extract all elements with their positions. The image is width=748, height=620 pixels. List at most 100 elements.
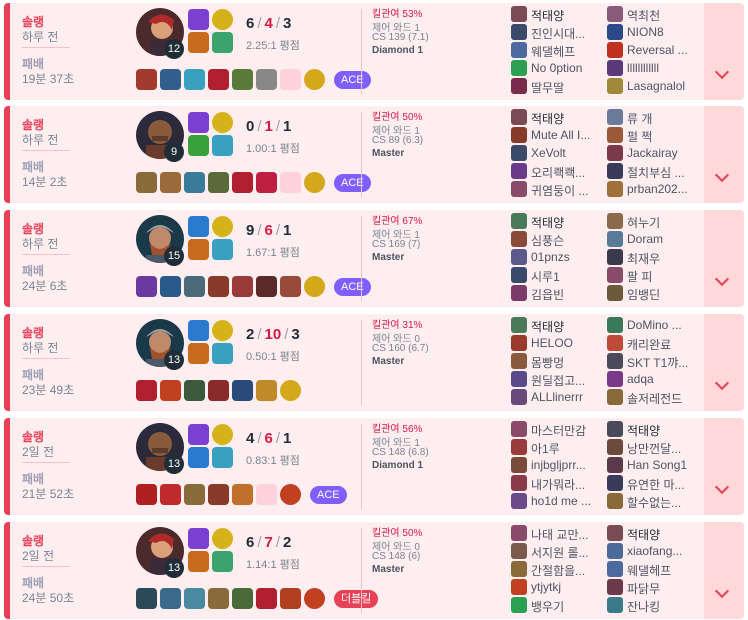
item-icon[interactable] [160,484,181,505]
item-icon[interactable] [280,588,301,609]
item-icon[interactable] [160,588,181,609]
item-icon[interactable] [160,276,181,297]
player-name[interactable]: 간절함을... [531,562,603,579]
item-icon[interactable] [208,380,229,401]
summoner-spell-icon[interactable] [188,528,209,549]
player-name[interactable]: 파닭무 [627,580,699,597]
item-icon[interactable] [280,69,301,90]
player-name[interactable]: Mute All I... [531,128,603,142]
expand-button[interactable] [704,210,744,307]
player-name[interactable]: 임뱅딘 [627,286,699,303]
player-name[interactable]: 웨댈헤프 [531,43,603,60]
player-row[interactable]: 간절함을... [511,560,603,578]
item-icon[interactable] [280,276,301,297]
summoner-spell-icon[interactable] [188,239,209,260]
player-row[interactable]: 진인시대... [511,23,603,41]
player-name[interactable]: Doram [627,232,699,246]
player-row[interactable]: 나태 교만... [511,524,603,542]
summoner-spell-icon[interactable] [188,424,209,445]
item-icon[interactable] [280,172,301,193]
player-row[interactable]: Doram [607,230,699,248]
player-name[interactable]: 적태양 [627,526,699,543]
item-icon[interactable] [184,172,205,193]
player-row[interactable]: 아1루 [511,438,603,456]
player-row[interactable]: XeVolt [511,144,603,162]
player-row[interactable]: xiaofang... [607,542,699,560]
player-name[interactable]: XeVolt [531,146,603,160]
item-icon[interactable] [256,172,277,193]
summoner-spell-icon[interactable] [188,112,209,133]
player-name[interactable]: 낭만껀달... [627,440,699,457]
rune-icon[interactable] [212,424,233,445]
player-name[interactable]: 심풍슨 [531,232,603,249]
player-row[interactable]: 원딜접고... [511,370,603,388]
item-icon[interactable] [184,484,205,505]
player-row[interactable]: ho1d me ... [511,492,603,510]
item-icon[interactable] [184,69,205,90]
player-row[interactable]: Jackairay [607,144,699,162]
item-icon[interactable] [208,276,229,297]
player-name[interactable]: DoMino ... [627,318,699,332]
item-icon[interactable] [136,484,157,505]
player-row[interactable]: 할수없는... [607,492,699,510]
player-name[interactable]: 원딜접고... [531,372,603,389]
expand-button[interactable] [704,522,744,619]
player-row[interactable]: 솔저레전드 [607,388,699,406]
player-row[interactable]: Han Song1 [607,456,699,474]
player-row[interactable]: 내가뭐라... [511,474,603,492]
item-icon[interactable] [256,69,277,90]
player-name[interactable]: injbgljprr... [531,458,603,472]
item-icon[interactable] [184,380,205,401]
summoner-spell-icon[interactable] [188,32,209,53]
player-name[interactable]: 김읍빈 [531,286,603,303]
player-row[interactable]: 적태양 [607,420,699,438]
player-row[interactable]: 적태양 [511,212,603,230]
player-row[interactable]: HELOO [511,334,603,352]
player-row[interactable]: 오리쾍쾍... [511,162,603,180]
player-row[interactable]: 심풍슨 [511,230,603,248]
player-row[interactable]: llllllllllll [607,59,699,77]
item-icon[interactable] [136,380,157,401]
player-name[interactable]: llllllllllll [627,61,699,75]
player-name[interactable]: 절치부심 ... [627,164,699,181]
item-icon[interactable] [304,276,325,297]
player-row[interactable]: ytjytkj [511,578,603,596]
player-name[interactable]: Reversal ... [627,43,699,57]
player-name[interactable]: 역최천 [627,7,699,24]
item-icon[interactable] [184,588,205,609]
player-row[interactable]: 유연한 마... [607,474,699,492]
player-name[interactable]: 혀누기 [627,214,699,231]
rune-icon[interactable] [212,239,233,260]
player-name[interactable]: HELOO [531,336,603,350]
item-icon[interactable] [304,69,325,90]
player-row[interactable]: 혀누기 [607,212,699,230]
player-name[interactable]: Han Song1 [627,458,699,472]
player-name[interactable]: 내가뭐라... [531,476,603,493]
player-name[interactable]: 할수없는... [627,494,699,511]
player-row[interactable]: adqa [607,370,699,388]
player-row[interactable]: 파닭무 [607,578,699,596]
player-name[interactable]: 01pnzs [531,250,603,264]
summoner-spell-icon[interactable] [188,216,209,237]
player-row[interactable]: 서지원 롤... [511,542,603,560]
item-icon[interactable] [208,69,229,90]
item-icon[interactable] [256,276,277,297]
rune-icon[interactable] [212,135,233,156]
item-icon[interactable] [208,484,229,505]
player-name[interactable]: 적태양 [531,214,603,231]
item-icon[interactable] [256,380,277,401]
summoner-spell-icon[interactable] [188,9,209,30]
player-name[interactable]: 류 개 [627,110,699,127]
item-icon[interactable] [208,172,229,193]
player-name[interactable]: 뱅우기 [531,598,603,615]
player-name[interactable]: NION8 [627,25,699,39]
item-icon[interactable] [232,380,253,401]
player-name[interactable]: 펄 쩍 [627,128,699,145]
item-icon[interactable] [304,172,325,193]
item-icon[interactable] [136,276,157,297]
player-name[interactable]: xiaofang... [627,544,699,558]
item-icon[interactable] [232,69,253,90]
player-row[interactable]: 뱅우기 [511,596,603,614]
player-row[interactable]: 01pnzs [511,248,603,266]
player-name[interactable]: 유연한 마... [627,476,699,493]
